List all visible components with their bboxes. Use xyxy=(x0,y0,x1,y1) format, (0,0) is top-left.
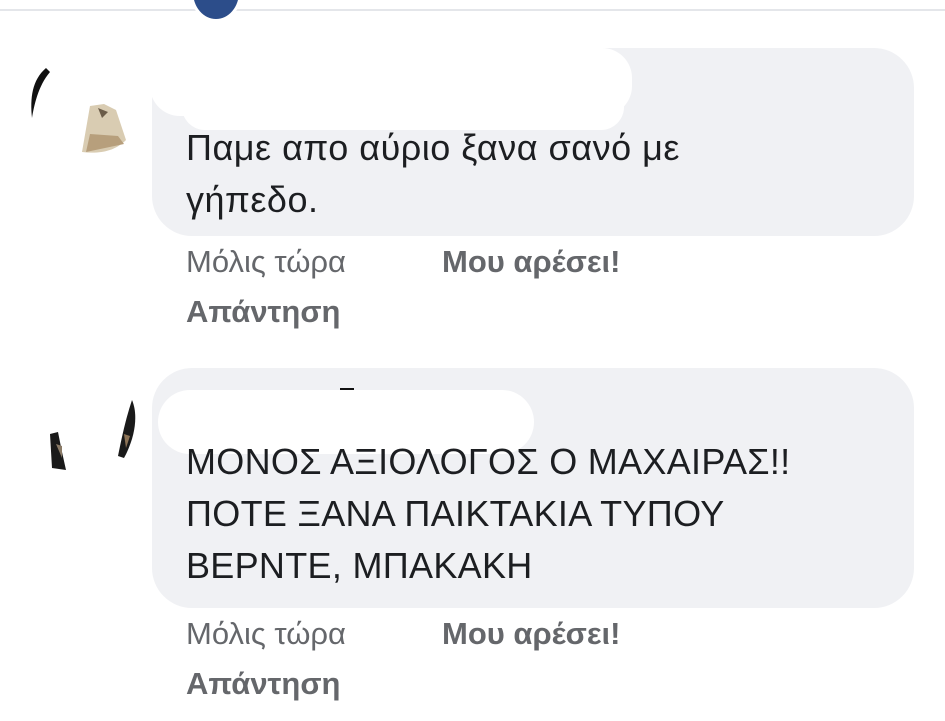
avatar[interactable] xyxy=(28,374,138,484)
comments-screen: Παμε απο αύριο ξανα σανό με γήπεδο. Μόλι… xyxy=(0,0,945,721)
avatar[interactable] xyxy=(28,56,138,166)
previous-avatar xyxy=(190,0,242,22)
divider xyxy=(0,9,945,11)
avatar-image xyxy=(31,68,126,153)
timestamp: Μόλις τώρα xyxy=(186,616,346,651)
reply-button[interactable]: Απάντηση xyxy=(186,294,340,330)
like-button[interactable]: Μου αρέσει! xyxy=(442,244,621,280)
avatar-image xyxy=(50,400,136,470)
like-button[interactable]: Μου αρέσει! xyxy=(442,616,621,652)
timestamp: Μόλις τώρα xyxy=(186,244,346,279)
reply-button[interactable]: Απάντηση xyxy=(186,666,340,702)
comment-text: Παμε απο αύριο ξανα σανό με γήπεδο. xyxy=(186,127,680,220)
comment-text: ΜΟΝΟΣ ΑΞΙΟΛΟΓΟΣ Ο ΜΑΧΑΙΡΑΣ!! ΠΟΤΕ ΞΑΝΑ Π… xyxy=(186,441,791,586)
